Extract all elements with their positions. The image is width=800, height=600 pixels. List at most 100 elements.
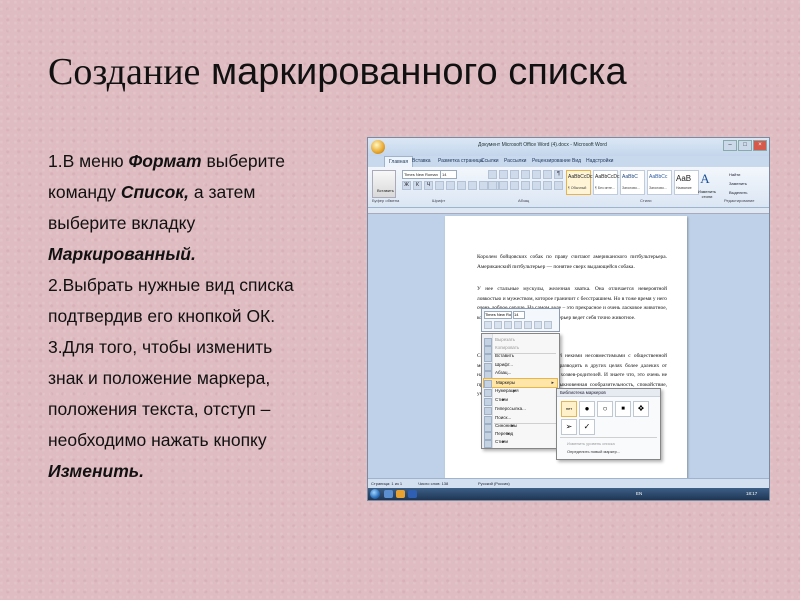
multilevel-icon[interactable] bbox=[510, 170, 519, 179]
find-button[interactable]: Найти bbox=[729, 170, 747, 179]
group-label-paragraph: Абзац bbox=[518, 198, 530, 203]
line-spacing-icon[interactable] bbox=[532, 181, 541, 190]
office-button-icon[interactable] bbox=[371, 140, 385, 154]
bullet-library-separator bbox=[560, 437, 657, 438]
context-menu-item[interactable]: Копировать bbox=[495, 345, 519, 350]
tab-mailings[interactable]: Рассылки bbox=[504, 158, 526, 164]
maximize-icon[interactable]: □ bbox=[738, 140, 752, 151]
borders-icon[interactable] bbox=[554, 181, 563, 190]
style-no-spacing[interactable]: AaBbCcDc ¶ Без инте... bbox=[593, 170, 619, 195]
context-menu-item[interactable]: Маркеры ▸ bbox=[483, 378, 558, 388]
mini-indent-icon[interactable] bbox=[534, 321, 542, 329]
instruction-line: Маркированный. bbox=[48, 239, 368, 270]
bullet-none[interactable]: нет bbox=[561, 401, 577, 417]
instruction-line: Изменить. bbox=[48, 456, 368, 487]
instruction-segment: Список, bbox=[120, 182, 190, 202]
instruction-line: 2.Выбрать нужные вид списка bbox=[48, 270, 368, 301]
context-menu-item[interactable]: Стили ▸ bbox=[495, 397, 508, 403]
replace-button[interactable]: Заменить bbox=[729, 179, 747, 188]
numbering-icon[interactable] bbox=[499, 170, 508, 179]
bullet-hollow-circle[interactable]: ○ bbox=[597, 401, 613, 417]
subscript-icon[interactable] bbox=[446, 181, 455, 190]
minimize-icon[interactable]: – bbox=[723, 140, 737, 151]
select-button[interactable]: Выделить bbox=[729, 188, 747, 197]
context-menu-item[interactable]: Вырезать bbox=[495, 337, 515, 342]
mini-font-box[interactable]: Times New Roman bbox=[484, 311, 512, 319]
highlight-icon[interactable] bbox=[479, 181, 488, 190]
mini-bullets-icon[interactable] bbox=[544, 321, 552, 329]
align-right-icon[interactable] bbox=[510, 181, 519, 190]
align-center-icon[interactable] bbox=[499, 181, 508, 190]
decrease-indent-icon[interactable] bbox=[521, 170, 530, 179]
tab-insert[interactable]: Вставка bbox=[412, 158, 431, 164]
strike-icon[interactable] bbox=[435, 181, 444, 190]
change-case-icon[interactable] bbox=[468, 181, 477, 190]
tab-view[interactable]: Вид bbox=[572, 158, 581, 164]
taskbar-word-icon[interactable] bbox=[408, 490, 417, 498]
submenu-arrow-icon: ▸ bbox=[511, 423, 515, 429]
context-menu-item-label: Перевод bbox=[495, 431, 514, 436]
taskbar-explorer-icon[interactable] bbox=[384, 490, 393, 498]
context-menu-item[interactable]: Шрифт... bbox=[495, 362, 513, 367]
bullet-square[interactable]: ■ bbox=[615, 401, 631, 417]
mini-align-icon[interactable] bbox=[504, 321, 512, 329]
slide-title: Создание маркированного списка bbox=[48, 50, 627, 94]
mini-highlight-icon[interactable] bbox=[514, 321, 522, 329]
context-menu-item-label: Поиск... bbox=[495, 415, 512, 420]
close-icon[interactable]: × bbox=[753, 140, 767, 151]
context-menu-item[interactable]: Абзац... bbox=[495, 370, 511, 375]
tab-review[interactable]: Рецензирование bbox=[532, 158, 571, 164]
superscript-icon[interactable] bbox=[457, 181, 466, 190]
change-list-level[interactable]: Изменить уровень списка bbox=[567, 441, 615, 446]
bullet-diamond[interactable]: ❖ bbox=[633, 401, 649, 417]
shading-icon[interactable] bbox=[543, 181, 552, 190]
context-menu-item-icon bbox=[484, 363, 492, 371]
context-menu-item-icon bbox=[484, 398, 492, 406]
sort-icon[interactable] bbox=[543, 170, 552, 179]
mini-italic-icon[interactable] bbox=[494, 321, 502, 329]
paste-button[interactable]: Вставить bbox=[372, 170, 396, 198]
group-label-font: Шрифт bbox=[432, 198, 446, 203]
context-menu: Вырезать Копировать Вставить Шрифт... Абзац.… bbox=[481, 333, 560, 449]
bullet-filled-circle[interactable]: ● bbox=[579, 401, 595, 417]
mini-bold-icon[interactable] bbox=[484, 321, 492, 329]
taskbar-media-icon[interactable] bbox=[396, 490, 405, 498]
font-size-box[interactable]: 14 bbox=[440, 170, 457, 179]
context-menu-item[interactable]: Перевод ▸ bbox=[495, 431, 514, 437]
mini-color-icon[interactable] bbox=[524, 321, 532, 329]
context-menu-item[interactable]: Поиск... bbox=[495, 415, 511, 420]
context-menu-item-icon bbox=[484, 338, 492, 346]
context-menu-item[interactable]: Нумерация ▸ bbox=[495, 388, 519, 394]
pilcrow-icon[interactable]: ¶ bbox=[554, 170, 563, 179]
align-left-icon[interactable] bbox=[488, 181, 497, 190]
tab-page-layout[interactable]: Разметка страницы bbox=[438, 158, 483, 164]
submenu-arrow-icon: ▸ bbox=[502, 397, 505, 403]
tab-references[interactable]: Ссылки bbox=[481, 158, 499, 164]
style-heading1[interactable]: AaBbC Заголово... bbox=[620, 170, 645, 195]
instruction-segment: выберите вкладку bbox=[48, 213, 196, 233]
tab-addins[interactable]: Надстройки bbox=[586, 158, 613, 164]
context-menu-item[interactable]: Вставить bbox=[495, 353, 514, 358]
context-menu-item[interactable]: Гиперссылка... bbox=[495, 406, 526, 411]
paragraph-buttons-bottom bbox=[488, 181, 563, 190]
context-menu-item[interactable]: Стили ▸ bbox=[495, 439, 508, 445]
context-menu-item-icon bbox=[484, 432, 492, 440]
style-normal[interactable]: AaBbCcDc ¶ Обычный bbox=[566, 170, 592, 195]
justify-icon[interactable] bbox=[521, 181, 530, 190]
mini-size-box[interactable]: 14 bbox=[513, 311, 525, 319]
italic-icon[interactable]: К bbox=[413, 181, 422, 190]
font-name-box[interactable]: Times New Roman bbox=[402, 170, 441, 179]
bullets-icon[interactable] bbox=[488, 170, 497, 179]
bullet-check[interactable]: ✓ bbox=[579, 419, 595, 435]
tab-home[interactable]: Главная bbox=[384, 156, 414, 167]
underline-icon[interactable]: Ч bbox=[424, 181, 433, 190]
style-heading2[interactable]: AaBbCc Заголово... bbox=[647, 170, 672, 195]
start-icon[interactable] bbox=[370, 489, 380, 499]
context-menu-item[interactable]: Синонимы ▸ bbox=[495, 423, 517, 429]
instruction-segment: выберите bbox=[201, 151, 285, 171]
define-new-bullet[interactable]: Определить новый маркер... bbox=[567, 449, 620, 454]
tray-language[interactable]: EN bbox=[636, 491, 642, 496]
bullet-arrow[interactable]: ➢ bbox=[561, 419, 577, 435]
bold-icon[interactable]: Ж bbox=[402, 181, 411, 190]
increase-indent-icon[interactable] bbox=[532, 170, 541, 179]
